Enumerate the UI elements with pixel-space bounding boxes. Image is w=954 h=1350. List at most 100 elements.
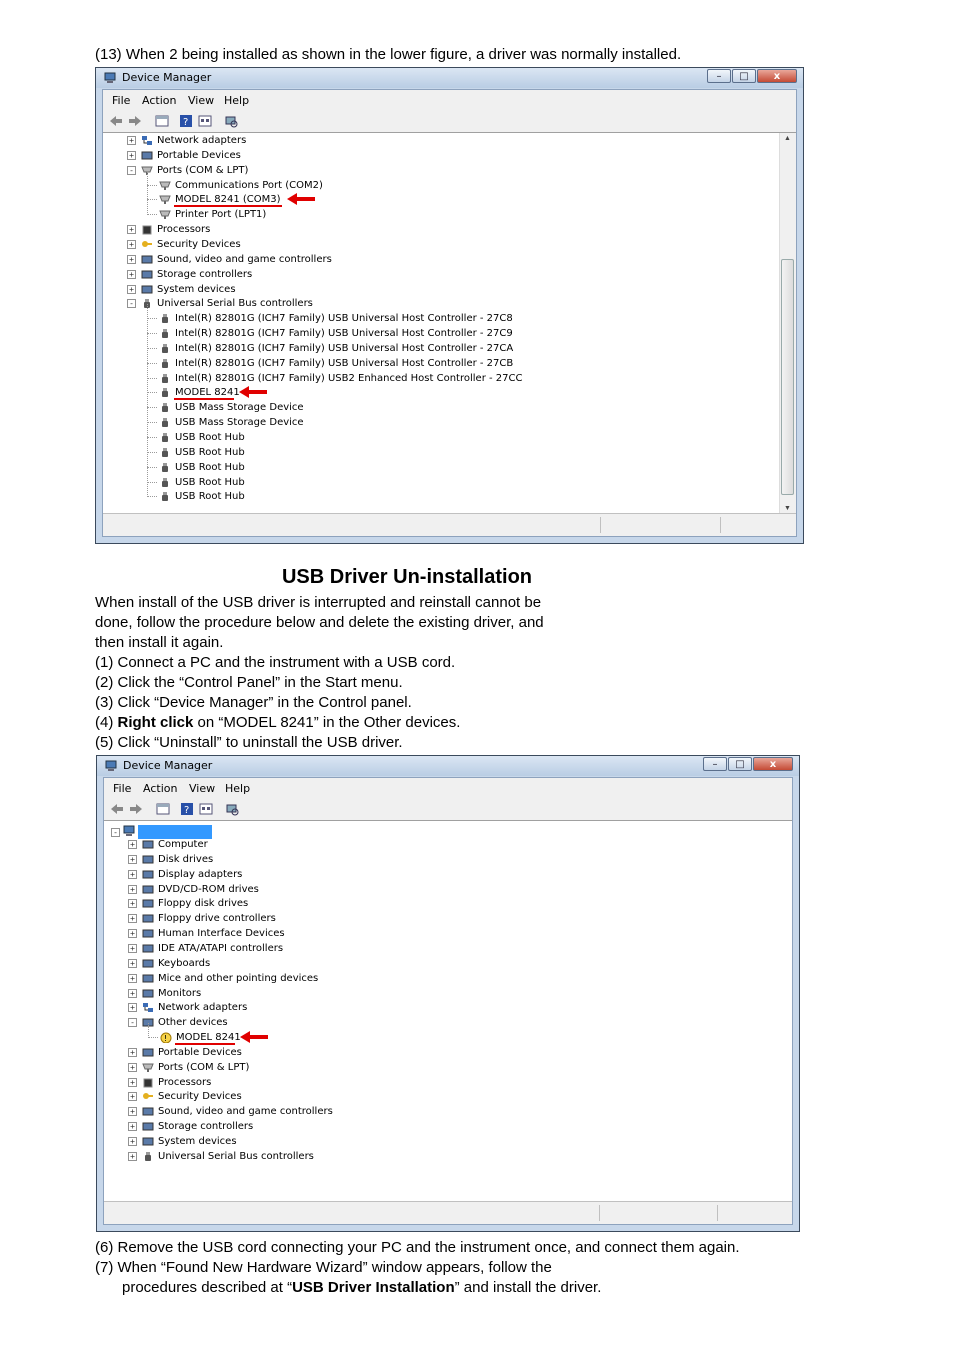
tree-category-item[interactable]: + Display adapters [104,867,774,882]
tree-category-item[interactable]: + System devices [104,1134,774,1149]
tree-category-item[interactable]: + Portable Devices [104,1045,774,1060]
tree-child-item[interactable]: USB Root Hub [103,445,773,460]
scroll-thumb[interactable] [781,259,794,495]
tree-category-item[interactable]: + Storage controllers [104,1119,774,1134]
properties-icon[interactable] [155,114,169,128]
tree-child-item[interactable]: Intel(R) 82801G (ICH7 Family) USB Univer… [103,356,773,371]
tree-category-item[interactable]: + Security Devices [103,237,773,252]
tree-child-item[interactable]: ! MODEL 8241 [104,1030,774,1046]
help-icon[interactable]: ? [179,114,193,128]
tree-category-item[interactable]: + Processors [103,222,773,237]
tree-category-item[interactable]: - Ports (COM & LPT) [103,163,773,178]
tree-category-item[interactable]: + Floppy drive controllers [104,911,774,926]
title-bar[interactable]: Device Manager – □ x [96,68,803,88]
tree-category-item[interactable]: + Sound, video and game controllers [104,1104,774,1119]
menu-help[interactable]: Help [225,782,250,795]
properties-icon[interactable] [156,802,170,816]
expand-icon[interactable]: + [127,239,136,249]
expand-icon[interactable]: + [127,254,136,264]
tree-child-item[interactable]: MODEL 8241 [103,385,773,401]
tree-child-item[interactable]: Communications Port (COM2) [103,178,773,193]
tree-category-item[interactable]: - Other devices [104,1015,774,1030]
expand-icon[interactable]: + [128,958,137,968]
tree-category-item[interactable]: + DVD/CD-ROM drives [104,882,774,897]
expand-icon[interactable]: + [128,1062,137,1072]
expand-icon[interactable]: + [128,1003,137,1013]
scan-hardware-icon[interactable] [224,114,238,128]
expand-icon[interactable]: + [127,284,136,294]
expand-icon[interactable]: + [128,1122,137,1132]
title-bar[interactable]: Device Manager – □ x [97,756,799,776]
expand-icon[interactable]: + [128,1107,137,1117]
tree-child-item[interactable]: USB Root Hub [103,475,773,490]
tree-category-item[interactable]: + Floppy disk drives [104,896,774,911]
expand-icon[interactable]: + [128,973,137,983]
tree-category-item[interactable]: + Computer [104,837,774,852]
expand-icon[interactable]: + [128,1047,137,1057]
tree-category-item[interactable]: + Network adapters [104,1000,774,1015]
expand-icon[interactable]: + [128,869,137,879]
tree-category-item[interactable]: + Security Devices [104,1089,774,1104]
tree-category-item[interactable]: + Human Interface Devices [104,926,774,941]
close-button[interactable]: x [757,69,797,83]
expand-icon[interactable]: + [128,929,137,939]
menu-file[interactable]: File [113,782,131,795]
view-icon[interactable] [199,802,213,816]
tree-child-item[interactable]: MODEL 8241 (COM3) [103,192,773,208]
menu-view[interactable]: View [189,782,215,795]
tree-category-item[interactable]: + Ports (COM & LPT) [104,1060,774,1075]
collapse-icon[interactable]: - [111,828,120,837]
expand-icon[interactable]: + [127,136,136,145]
tree-category-item[interactable]: + Monitors [104,986,774,1001]
menu-help[interactable]: Help [224,94,249,107]
tree-child-item[interactable]: USB Root Hub [103,489,773,504]
expand-icon[interactable]: + [128,899,137,909]
tree-child-item[interactable]: USB Root Hub [103,430,773,445]
tree-child-item[interactable]: Intel(R) 82801G (ICH7 Family) USB Univer… [103,341,773,356]
expand-icon[interactable]: + [128,840,137,849]
scroll-down-icon[interactable]: ▼ [784,505,791,512]
tree-category-item[interactable]: + System devices [103,282,773,297]
tree-category-item[interactable]: + Sound, video and game controllers [103,252,773,267]
forward-arrow-icon[interactable] [128,114,142,128]
expand-icon[interactable]: + [128,854,137,864]
tree-category-item[interactable]: + Storage controllers [103,267,773,282]
minimize-button[interactable]: – [707,69,731,83]
back-arrow-icon[interactable] [109,114,123,128]
tree-child-item[interactable]: Intel(R) 82801G (ICH7 Family) USB Univer… [103,311,773,326]
view-icon[interactable] [198,114,212,128]
scrollbar[interactable]: ▲ ▼ [779,133,796,514]
tree-child-item[interactable]: Intel(R) 82801G (ICH7 Family) USB Univer… [103,326,773,341]
expand-icon[interactable]: + [128,914,137,924]
expand-icon[interactable]: + [128,1092,137,1102]
menu-action[interactable]: Action [142,94,176,107]
tree-category-item[interactable]: + Mice and other pointing devices [104,971,774,986]
scan-hardware-icon[interactable] [225,802,239,816]
back-arrow-icon[interactable] [110,802,124,816]
collapse-icon[interactable]: - [127,299,136,309]
expand-icon[interactable]: + [127,269,136,279]
expand-icon[interactable]: + [128,1137,137,1146]
maximize-button[interactable]: □ [728,757,752,771]
tree-category-item[interactable]: + Processors [104,1075,774,1090]
tree-category-item[interactable]: + Portable Devices [103,148,773,163]
tree-category-item[interactable]: + Network adapters [103,133,773,148]
menu-view[interactable]: View [188,94,214,107]
expand-icon[interactable]: + [128,884,137,894]
tree-category-item[interactable]: + Universal Serial Bus controllers [104,1149,774,1164]
collapse-icon[interactable]: - [127,165,136,175]
expand-icon[interactable]: + [127,225,136,235]
expand-icon[interactable]: + [127,150,136,160]
tree-category-item[interactable]: - Universal Serial Bus controllers [103,296,773,311]
tree-child-item[interactable]: Printer Port (LPT1) [103,207,773,222]
tree-child-item[interactable]: USB Mass Storage Device [103,400,773,415]
tree-child-item[interactable]: USB Root Hub [103,460,773,475]
minimize-button[interactable]: – [703,757,727,771]
help-icon[interactable]: ? [180,802,194,816]
expand-icon[interactable]: + [128,1151,137,1161]
menu-file[interactable]: File [112,94,130,107]
maximize-button[interactable]: □ [732,69,756,83]
scroll-up-icon[interactable]: ▲ [784,135,791,142]
expand-icon[interactable]: + [128,943,137,953]
tree-child-item[interactable]: Intel(R) 82801G (ICH7 Family) USB2 Enhan… [103,371,773,386]
